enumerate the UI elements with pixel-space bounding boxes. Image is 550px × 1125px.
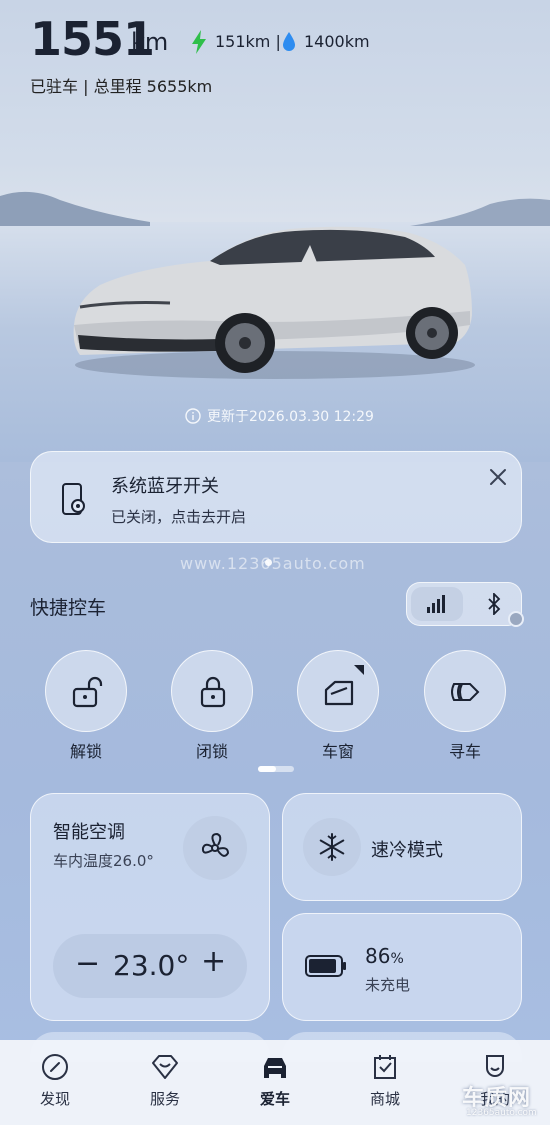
- car-image[interactable]: [60, 215, 490, 415]
- fan-icon: [201, 832, 230, 857]
- find-car-label: 寻车: [448, 742, 481, 761]
- inside-temperature: 车内温度26.0°: [53, 852, 154, 870]
- window-label: 车窗: [321, 742, 354, 761]
- find-car-button[interactable]: [424, 650, 506, 732]
- signal-icon: [427, 595, 445, 613]
- service-icon: [152, 1055, 178, 1079]
- nav-label-mall: 商城: [369, 1090, 400, 1108]
- lock-icon: [200, 676, 226, 708]
- nav-item-discover[interactable]: 发现: [15, 1040, 95, 1109]
- mall-icon: [374, 1055, 396, 1079]
- nav-label-discover: 发现: [39, 1090, 70, 1108]
- set-temperature: 23.0°: [113, 949, 190, 982]
- temperature-control: − 23.0° +: [53, 934, 247, 998]
- window-button[interactable]: [297, 650, 379, 732]
- temp-increase-button[interactable]: +: [201, 944, 226, 979]
- quick-cool-label: 速冷模式: [371, 840, 443, 861]
- car-icon: [264, 1058, 286, 1078]
- window-icon: [324, 680, 354, 706]
- fuel-range: 1400km: [304, 32, 370, 51]
- link-badge: [508, 611, 524, 627]
- charging-status: 未充电: [365, 976, 411, 994]
- quick-control-title: 快捷控车: [30, 597, 107, 619]
- bluetooth-icon[interactable]: [485, 593, 503, 615]
- bluetooth-subtitle[interactable]: 已关闭，点击去开启: [111, 506, 246, 527]
- nav-label-service: 服务: [149, 1090, 180, 1108]
- connection-toggle[interactable]: [406, 582, 524, 627]
- nav-item-service[interactable]: 服务: [125, 1040, 205, 1109]
- horn-icon: [451, 683, 480, 701]
- page-indicator-dot: [265, 559, 272, 566]
- battery-card[interactable]: 86% 未充电: [282, 913, 522, 1021]
- lock-label: 闭锁: [195, 742, 228, 761]
- fuel-drop-icon: [283, 32, 295, 51]
- pager-active: [258, 766, 276, 772]
- temp-decrease-button[interactable]: −: [75, 946, 100, 981]
- nav-item-mall[interactable]: 商城: [345, 1040, 425, 1109]
- total-range-unit: km: [131, 28, 169, 56]
- unlock-icon: [72, 676, 103, 708]
- battery-icon: [305, 955, 346, 977]
- unlock-label: 解锁: [69, 742, 102, 761]
- phone-settings-icon: [62, 483, 85, 515]
- nav-item-car[interactable]: 爱车: [235, 1040, 315, 1109]
- profile-icon: [486, 1055, 504, 1077]
- discover-icon: [42, 1054, 68, 1080]
- battery-percent-value: 86: [365, 944, 391, 968]
- climate-title: 智能空调: [53, 822, 125, 843]
- brand-logo-url: 12365auto.com: [466, 1108, 537, 1118]
- update-time: 更新于2026.03.30 12:29: [207, 409, 374, 425]
- bluetooth-prompt-card[interactable]: 系统蓝牙开关 已关闭，点击去开启: [30, 451, 522, 543]
- parking-mileage-status: 已驻车 | 总里程 5655km: [30, 77, 213, 96]
- battery-percent-unit: %: [390, 951, 404, 967]
- info-icon: [185, 408, 201, 424]
- lightning-icon: [192, 30, 206, 54]
- nav-label-car: 爱车: [259, 1090, 290, 1108]
- battery-percent: 86%: [365, 944, 404, 968]
- quick-cool-button[interactable]: [303, 818, 361, 876]
- quick-cool-card[interactable]: 速冷模式: [282, 793, 522, 901]
- corner-indicator-icon: [354, 665, 364, 675]
- watermark-text: www.12365auto.com: [180, 554, 366, 573]
- climate-card[interactable]: 智能空调 车内温度26.0° − 23.0° +: [30, 793, 270, 1021]
- electric-range: 151km |: [215, 32, 281, 51]
- close-icon[interactable]: [487, 466, 509, 488]
- snowflake-icon: [319, 833, 345, 861]
- bluetooth-title: 系统蓝牙开关: [111, 476, 219, 497]
- fan-button[interactable]: [183, 816, 247, 880]
- lock-button[interactable]: [171, 650, 253, 732]
- unlock-button[interactable]: [45, 650, 127, 732]
